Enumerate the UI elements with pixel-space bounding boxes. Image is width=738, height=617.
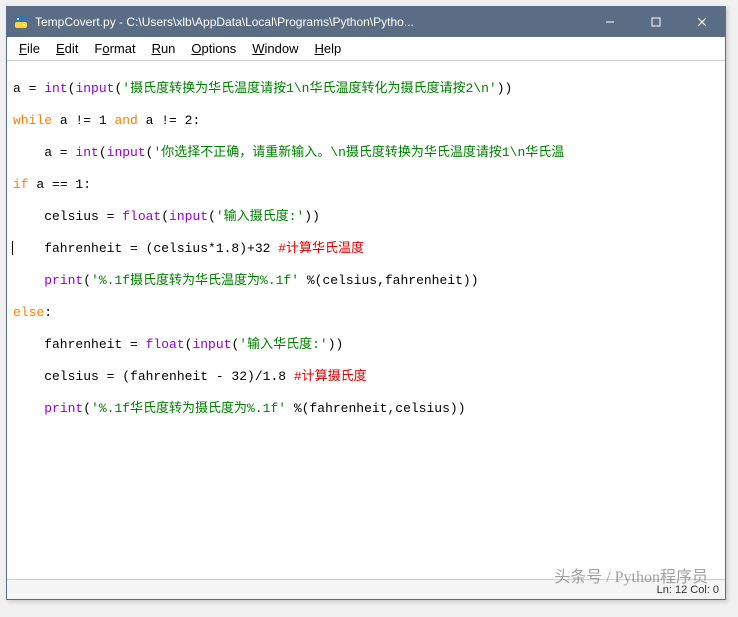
close-button[interactable] bbox=[679, 7, 725, 37]
code-line: fahrenheit = (celsius*1.8)+32 #计算华氏温度 bbox=[13, 241, 719, 257]
code-line: fahrenheit = float(input('输入华氏度:')) bbox=[13, 337, 719, 353]
window-title: TempCovert.py - C:\Users\xlb\AppData\Loc… bbox=[35, 15, 587, 29]
menu-window[interactable]: Window bbox=[244, 39, 306, 58]
code-editor[interactable]: a = int(input('摄氏度转换为华氏温度请按1\n华氏温度转化为摄氏度… bbox=[7, 61, 725, 579]
code-line: print('%.1f摄氏度转为华氏温度为%.1f' %(celsius,fah… bbox=[13, 273, 719, 289]
text-cursor bbox=[12, 241, 13, 255]
window-controls bbox=[587, 7, 725, 37]
idle-window: TempCovert.py - C:\Users\xlb\AppData\Loc… bbox=[6, 6, 726, 600]
code-line: else: bbox=[13, 305, 719, 321]
menu-run[interactable]: Run bbox=[144, 39, 184, 58]
code-line: if a == 1: bbox=[13, 177, 719, 193]
menubar: File Edit Format Run Options Window Help bbox=[7, 37, 725, 61]
menu-options[interactable]: Options bbox=[183, 39, 244, 58]
code-line: celsius = float(input('输入摄氏度:')) bbox=[13, 209, 719, 225]
menu-format[interactable]: Format bbox=[86, 39, 143, 58]
code-line: a = int(input('摄氏度转换为华氏温度请按1\n华氏温度转化为摄氏度… bbox=[13, 81, 719, 97]
menu-edit[interactable]: Edit bbox=[48, 39, 86, 58]
code-line: celsius = (fahrenheit - 32)/1.8 #计算摄氏度 bbox=[13, 369, 719, 385]
code-line: print('%.1f华氏度转为摄氏度为%.1f' %(fahrenheit,c… bbox=[13, 401, 719, 417]
code-line: while a != 1 and a != 2: bbox=[13, 113, 719, 129]
python-icon bbox=[13, 14, 29, 30]
maximize-button[interactable] bbox=[633, 7, 679, 37]
watermark: 头条号 / Python程序员 bbox=[554, 563, 708, 587]
titlebar[interactable]: TempCovert.py - C:\Users\xlb\AppData\Loc… bbox=[7, 7, 725, 37]
code-line: a = int(input('你选择不正确，请重新输入。\n摄氏度转换为华氏温度… bbox=[13, 145, 719, 161]
menu-file[interactable]: File bbox=[11, 39, 48, 58]
minimize-button[interactable] bbox=[587, 7, 633, 37]
menu-help[interactable]: Help bbox=[307, 39, 350, 58]
